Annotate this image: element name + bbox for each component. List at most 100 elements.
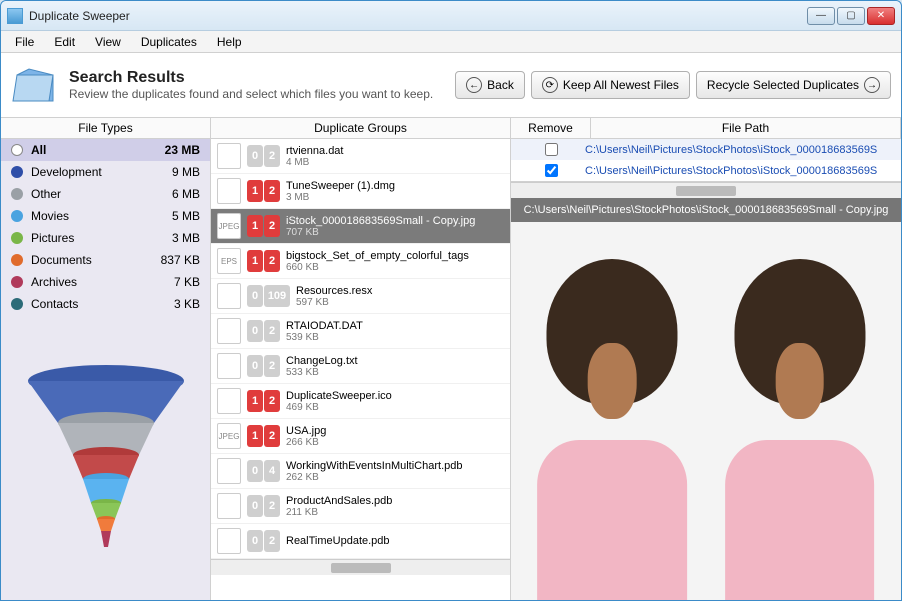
path-hscroll[interactable] [511,182,901,198]
group-filesize: 539 KB [286,332,504,343]
col-duplicate-groups[interactable]: Duplicate Groups [211,118,511,138]
type-size: 3 KB [174,297,200,311]
type-name: Other [31,187,61,201]
type-size: 23 MB [165,143,200,157]
file-type-row[interactable]: Archives 7 KB [1,271,210,293]
app-icon [7,8,23,24]
maximize-button[interactable]: ▢ [837,7,865,25]
type-name: Archives [31,275,77,289]
duplicate-group-row[interactable]: 02 RealTimeUpdate.pdb [211,524,510,559]
col-file-path[interactable]: File Path [591,118,901,138]
page-subtitle: Review the duplicates found and select w… [69,87,445,101]
type-size: 3 MB [172,231,200,245]
duplicate-group-row[interactable]: 02ProductAndSales.pdb211 KB [211,489,510,524]
type-color-dot [11,188,23,200]
duplicate-group-row[interactable]: 12DuplicateSweeper.ico469 KB [211,384,510,419]
column-headers: File Types Duplicate Groups Remove File … [1,118,901,139]
header: Search Results Review the duplicates fou… [1,53,901,118]
file-type-row[interactable]: All 23 MB [1,139,210,161]
type-name: Contacts [31,297,78,311]
count-badges: 02 [247,355,280,377]
file-type-row[interactable]: Contacts 3 KB [1,293,210,315]
keep-count-badge: 0 [247,530,263,552]
file-type-row[interactable]: Movies5 MB [1,205,210,227]
dup-count-badge: 4 [264,460,280,482]
keep-count-badge: 1 [247,250,263,272]
keep-newest-label: Keep All Newest Files [563,78,679,92]
group-filename: WorkingWithEventsInMultiChart.pdb [286,460,504,472]
group-filesize: 533 KB [286,367,504,378]
duplicate-group-row[interactable]: EPS12bigstock_Set_of_empty_colorful_tags… [211,244,510,279]
duplicate-group-row[interactable]: 02rtvienna.dat4 MB [211,139,510,174]
duplicate-group-row[interactable]: JPEG12USA.jpg266 KB [211,419,510,454]
type-color-dot [11,276,23,288]
file-type-row[interactable]: Development9 MB [1,161,210,183]
menu-edit[interactable]: Edit [44,33,85,51]
menu-help[interactable]: Help [207,33,252,51]
remove-checkbox[interactable] [545,143,558,156]
titlebar[interactable]: Duplicate Sweeper — ▢ ✕ [1,1,901,31]
col-remove[interactable]: Remove [511,118,591,138]
count-badges: 02 [247,320,280,342]
group-filename: rtvienna.dat [286,145,504,157]
count-badges: 02 [247,145,280,167]
duplicate-group-row[interactable]: 02RTAIODAT.DAT539 KB [211,314,510,349]
type-name: Development [31,165,102,179]
path-row[interactable]: C:\Users\Neil\Pictures\StockPhotos\iStoc… [511,139,901,160]
duplicate-group-row[interactable]: JPEG12iStock_000018683569Small - Copy.jp… [211,209,510,244]
menu-file[interactable]: File [5,33,44,51]
path-row[interactable]: C:\Users\Neil\Pictures\StockPhotos\iStoc… [511,160,901,181]
type-name: Pictures [31,231,74,245]
file-type-row[interactable]: Pictures 3 MB [1,227,210,249]
col-file-types[interactable]: File Types [1,118,211,138]
duplicate-group-row[interactable]: 02ChangeLog.txt533 KB [211,349,510,384]
file-icon [217,178,241,204]
close-button[interactable]: ✕ [867,7,895,25]
groups-hscroll[interactable] [211,559,510,575]
back-button[interactable]: ← Back [455,71,525,99]
group-filesize: 3 MB [286,192,504,203]
group-filesize: 707 KB [286,227,504,238]
duplicate-group-row[interactable]: 0109Resources.resx597 KB [211,279,510,314]
file-icon [217,458,241,484]
menu-duplicates[interactable]: Duplicates [131,33,207,51]
preview-figure-right [706,252,893,600]
dup-count-badge: 109 [264,285,290,307]
refresh-icon: ⟳ [542,77,558,93]
group-filename: RealTimeUpdate.pdb [286,535,504,547]
file-icon [217,143,241,169]
type-color-dot [11,166,23,178]
dup-count-badge: 2 [264,390,280,412]
group-filesize: 211 KB [286,507,504,518]
group-filename: TuneSweeper (1).dmg [286,180,504,192]
remove-checkbox[interactable] [545,164,558,177]
file-type-row[interactable]: Other6 MB [1,183,210,205]
group-filesize: 262 KB [286,472,504,483]
count-badges: 02 [247,530,280,552]
recycle-label: Recycle Selected Duplicates [707,78,859,92]
file-types-list: All 23 MB Development9 MBOther6 MBMovies5 … [1,139,210,315]
type-size: 7 KB [174,275,200,289]
keep-count-badge: 1 [247,390,263,412]
file-path-text: C:\Users\Neil\Pictures\StockPhotos\iStoc… [585,144,895,156]
recycle-button[interactable]: Recycle Selected Duplicates → [696,71,891,99]
window-title: Duplicate Sweeper [29,9,807,23]
sidebar: All 23 MB Development9 MBOther6 MBMovies5 … [1,139,211,600]
group-filename: DuplicateSweeper.ico [286,390,504,402]
menu-view[interactable]: View [85,33,131,51]
count-badges: 12 [247,390,280,412]
file-type-row[interactable]: Documents837 KB [1,249,210,271]
file-path-list: C:\Users\Neil\Pictures\StockPhotos\iStoc… [511,139,901,182]
keep-count-badge: 0 [247,145,263,167]
dup-count-badge: 2 [264,215,280,237]
duplicate-group-row[interactable]: 04WorkingWithEventsInMultiChart.pdb262 K… [211,454,510,489]
type-color-dot [11,144,23,156]
file-icon [217,388,241,414]
duplicate-group-row[interactable]: 12TuneSweeper (1).dmg3 MB [211,174,510,209]
dup-count-badge: 2 [264,320,280,342]
minimize-button[interactable]: — [807,7,835,25]
duplicate-groups-list[interactable]: 02rtvienna.dat4 MB12TuneSweeper (1).dmg3… [211,139,511,600]
type-name: All [31,143,46,157]
folder-search-icon [11,61,59,109]
keep-newest-button[interactable]: ⟳ Keep All Newest Files [531,71,690,99]
